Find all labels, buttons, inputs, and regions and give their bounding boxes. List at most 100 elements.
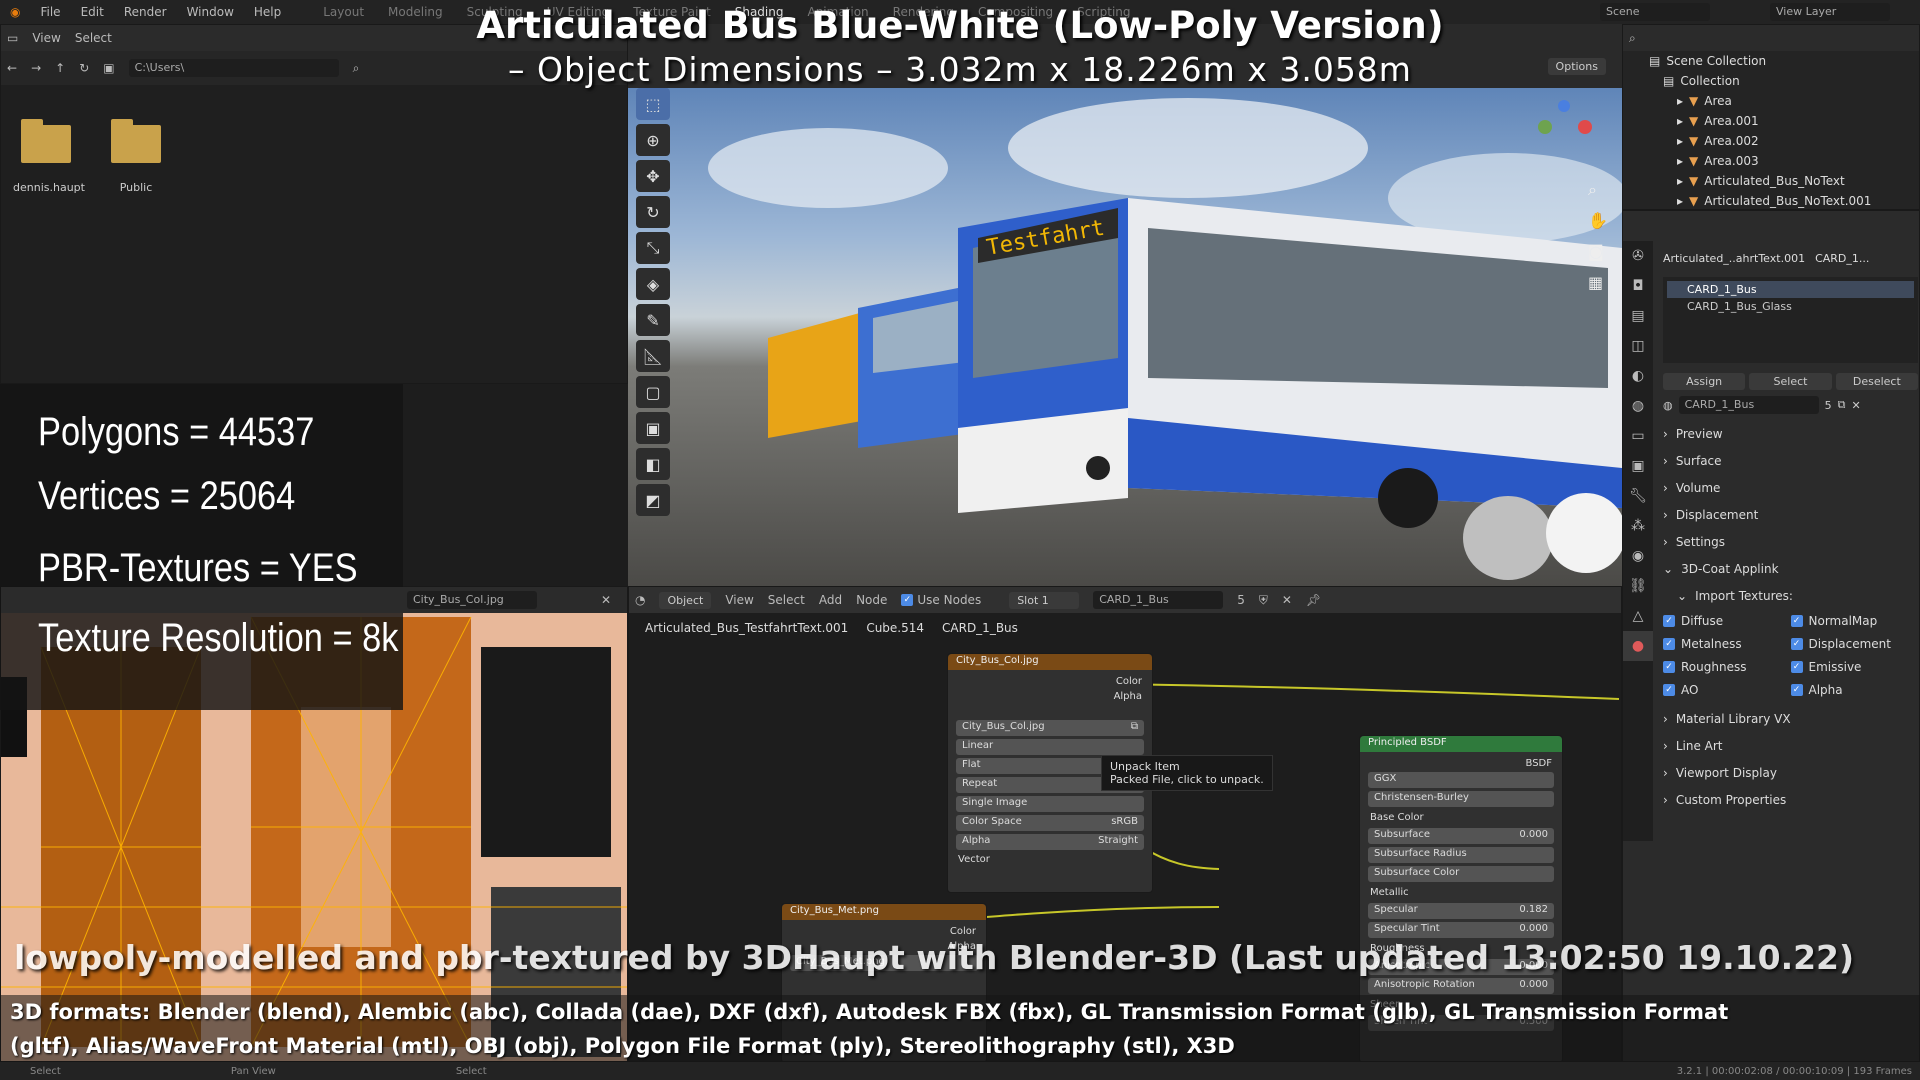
- bevel-icon[interactable]: ◩: [636, 484, 670, 516]
- bsdf-input-row[interactable]: Specular Tint 0.000: [1368, 922, 1554, 938]
- texture-checkbox-row[interactable]: ✓ AO: [1663, 678, 1791, 701]
- 3d-viewport[interactable]: Testfahrt ⬚ ⊕ ✥ ↻ ⤡ ◈ ✎ 📐︎ ▢ ▣ ◧ ◩ ⌕ ✋ ◙…: [628, 88, 1622, 586]
- view-layer-tab-icon[interactable]: ◫: [1623, 331, 1653, 361]
- texture-checkbox-row[interactable]: ✓ NormalMap: [1790, 609, 1919, 632]
- source-dropdown[interactable]: Single Image: [956, 796, 1144, 812]
- bsdf-input-row[interactable]: Subsurface Color: [1368, 866, 1554, 882]
- texture-checkbox-row[interactable]: ✓ Displacement: [1790, 632, 1919, 655]
- close-icon[interactable]: ✕: [1851, 399, 1860, 412]
- bsdf-input-row[interactable]: Metallic: [1360, 885, 1562, 900]
- render-tab-icon[interactable]: ◘: [1623, 271, 1653, 301]
- texture-checkbox-row[interactable]: ✓ Emissive: [1790, 655, 1919, 678]
- scene-tab-icon[interactable]: ◐: [1623, 361, 1653, 391]
- measure-icon[interactable]: 📐︎: [636, 340, 670, 372]
- unpack-icon[interactable]: ⧉: [1131, 721, 1138, 735]
- texture-checkbox-row[interactable]: ✓ Diffuse: [1663, 609, 1791, 632]
- bsdf-input-row[interactable]: Base Color: [1360, 810, 1562, 825]
- outliner-item[interactable]: ▸ ▼ Articulated_Bus_NoText.001: [1623, 191, 1919, 211]
- expand-arrow-icon[interactable]: ▸: [1677, 174, 1683, 188]
- bsdf-input-row[interactable]: Subsurface 0.000: [1368, 828, 1554, 844]
- navigation-gizmo[interactable]: [1528, 100, 1608, 180]
- outliner-item[interactable]: ▸ ▼ Area.002: [1623, 131, 1919, 151]
- slot-item[interactable]: CARD_1_Bus: [1667, 281, 1914, 298]
- select-box-icon[interactable]: ⬚: [636, 88, 670, 120]
- slot-item[interactable]: CARD_1_Bus_Glass: [1667, 298, 1914, 315]
- texture-checkbox-row[interactable]: ✓ Alpha: [1790, 678, 1919, 701]
- panel-header[interactable]: › Material Library VX: [1663, 705, 1918, 732]
- data-tab-icon[interactable]: △: [1623, 601, 1653, 631]
- material-name-field[interactable]: CARD_1_Bus: [1678, 396, 1819, 414]
- texture-checkbox-row[interactable]: ✓ Metalness: [1663, 632, 1791, 655]
- material-sphere-icon[interactable]: ◍: [1663, 399, 1673, 412]
- close-icon[interactable]: ✕: [601, 593, 611, 607]
- checkbox[interactable]: ✓: [1790, 683, 1803, 696]
- inset-icon[interactable]: ◧: [636, 448, 670, 480]
- image-selector[interactable]: City_Bus_Col.jpg ⧉: [956, 720, 1144, 736]
- tool-tab-icon[interactable]: ✇: [1623, 241, 1653, 271]
- assign-button[interactable]: Assign: [1663, 373, 1746, 390]
- expand-arrow-icon[interactable]: ▸: [1677, 134, 1683, 148]
- gizmo-z-dot[interactable]: [1558, 100, 1570, 112]
- world-tab-icon[interactable]: ◍: [1623, 391, 1653, 421]
- subsurface-method-dropdown[interactable]: Christensen-Burley: [1368, 791, 1554, 807]
- bsdf-input-row[interactable]: Specular 0.182: [1368, 903, 1554, 919]
- image-name-field[interactable]: City_Bus_Col.jpg: [407, 591, 537, 609]
- outliner-item[interactable]: ▸ ▼ Articulated_Bus_NoText: [1623, 171, 1919, 191]
- scale-icon[interactable]: ⤡: [636, 232, 670, 264]
- panel-header[interactable]: › Viewport Display: [1663, 759, 1918, 786]
- material-tab-icon[interactable]: ●: [1623, 631, 1653, 661]
- expand-arrow-icon[interactable]: ▸: [1677, 114, 1683, 128]
- bsdf-input-row[interactable]: Anisotropic Rotation 0.000: [1368, 978, 1554, 994]
- outliner-item[interactable]: ▸ ▼ Area: [1623, 91, 1919, 111]
- expand-arrow-icon[interactable]: ▸: [1677, 154, 1683, 168]
- folder-item-dennis[interactable]: dennis.haupt: [13, 119, 85, 194]
- bsdf-input-row[interactable]: Subsurface Radius: [1368, 847, 1554, 863]
- panel-header[interactable]: › Surface: [1663, 447, 1918, 474]
- rotate-icon[interactable]: ↻: [636, 196, 670, 228]
- distribution-dropdown[interactable]: GGX: [1368, 772, 1554, 788]
- grid-icon[interactable]: ▦: [1588, 267, 1608, 298]
- duplicate-icon[interactable]: ⧉: [1838, 398, 1846, 412]
- texture-checkbox-row[interactable]: ✓ Roughness: [1663, 655, 1791, 678]
- expand-arrow-icon[interactable]: ▸: [1677, 94, 1683, 108]
- object-tab-icon[interactable]: ▣: [1623, 451, 1653, 481]
- extrude-icon[interactable]: ▣: [636, 412, 670, 444]
- material-slot-list[interactable]: CARD_1_Bus CARD_1_Bus_Glass: [1663, 277, 1918, 363]
- annotate-icon[interactable]: ✎: [636, 304, 670, 336]
- physics-tab-icon[interactable]: ◉: [1623, 541, 1653, 571]
- camera-icon[interactable]: ◙: [1588, 236, 1608, 267]
- collection-row[interactable]: ▤ Collection: [1623, 71, 1919, 91]
- select-button[interactable]: Select: [1749, 373, 1832, 390]
- gizmo-x-dot[interactable]: [1578, 120, 1592, 134]
- colorspace-dropdown[interactable]: Color Space sRGB: [956, 815, 1144, 831]
- modifier-tab-icon[interactable]: 🔧︎: [1623, 481, 1653, 511]
- gizmo-y-dot[interactable]: [1538, 120, 1552, 134]
- particles-tab-icon[interactable]: ⁂: [1623, 511, 1653, 541]
- zoom-icon[interactable]: ⌕: [1588, 174, 1608, 205]
- add-cube-icon[interactable]: ▢: [636, 376, 670, 408]
- panel-header[interactable]: › Line Art: [1663, 732, 1918, 759]
- checkbox[interactable]: ✓: [1663, 660, 1675, 673]
- expand-arrow-icon[interactable]: ▸: [1677, 194, 1683, 208]
- pan-hand-icon[interactable]: ✋: [1588, 205, 1608, 236]
- interpolation-dropdown[interactable]: Linear: [956, 739, 1144, 755]
- constraints-tab-icon[interactable]: ⛓︎: [1623, 571, 1653, 601]
- checkbox[interactable]: ✓: [1790, 637, 1803, 650]
- checkbox[interactable]: ✓: [1790, 660, 1803, 673]
- alpha-dropdown[interactable]: Alpha Straight: [956, 834, 1144, 850]
- cursor-icon[interactable]: ⊕: [636, 124, 670, 156]
- deselect-button[interactable]: Deselect: [1835, 373, 1918, 390]
- panel-header[interactable]: › Volume: [1663, 474, 1918, 501]
- checkbox[interactable]: ✓: [1663, 614, 1675, 627]
- scene-collection-row[interactable]: ▤ Scene Collection: [1623, 51, 1919, 71]
- panel-header[interactable]: › Settings: [1663, 528, 1918, 555]
- panel-header[interactable]: › Displacement: [1663, 501, 1918, 528]
- outliner-item[interactable]: ▸ ▼ Area.001: [1623, 111, 1919, 131]
- import-textures-header[interactable]: ⌄ Import Textures:: [1663, 582, 1918, 609]
- panel-header[interactable]: › Custom Properties: [1663, 786, 1918, 813]
- transform-icon[interactable]: ◈: [636, 268, 670, 300]
- applink-panel-header[interactable]: ⌄ 3D-Coat Applink: [1663, 555, 1918, 582]
- collection-tab-icon[interactable]: ▭: [1623, 421, 1653, 451]
- panel-header[interactable]: › Preview: [1663, 420, 1918, 447]
- checkbox[interactable]: ✓: [1663, 683, 1675, 696]
